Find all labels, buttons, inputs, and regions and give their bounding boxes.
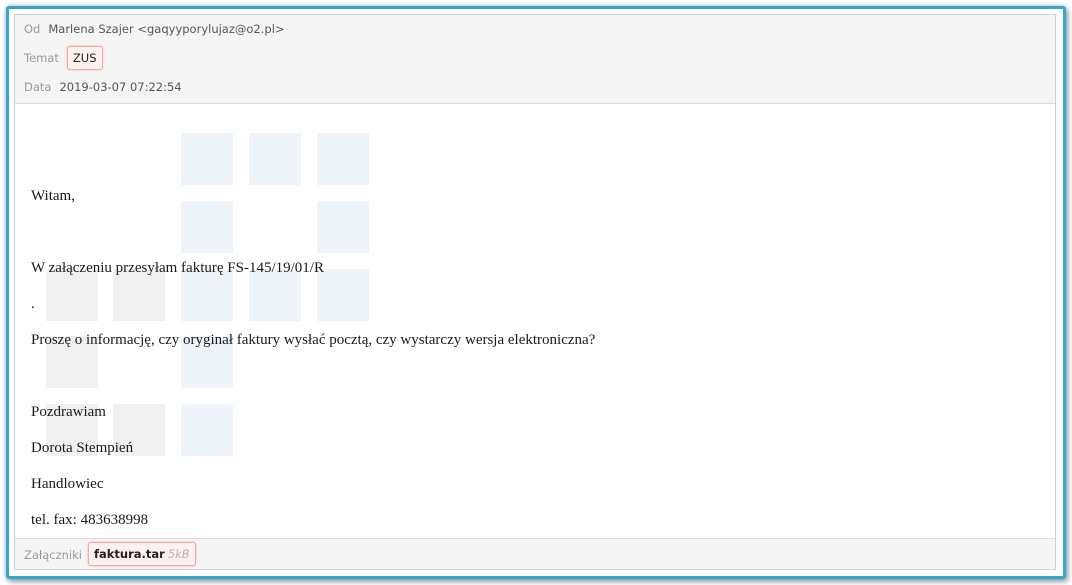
dot-line: .	[31, 296, 35, 312]
watermark-tile	[181, 201, 233, 253]
email-window: Od Marlena Szajer <gaqyyporylujaz@o2.pl>…	[6, 6, 1066, 579]
attachment-size: 5kB	[167, 547, 190, 561]
date-row: Data 2019-03-07 07:22:54	[24, 80, 182, 94]
signature-name-line: Dorota Stempień	[31, 440, 134, 456]
from-label: Od	[24, 22, 41, 36]
closing-line: Pozdrawiam	[31, 404, 106, 420]
watermark-tile	[181, 133, 233, 185]
signature-phone-line: tel. fax: 483638998	[31, 512, 149, 528]
invoice-line: W załączeniu przesyłam fakturę FS-145/19…	[31, 260, 324, 276]
watermark-tile	[317, 201, 369, 253]
from-value: Marlena Szajer <gaqyyporylujaz@o2.pl>	[48, 22, 285, 36]
email-panel: Od Marlena Szajer <gaqyyporylujaz@o2.pl>…	[14, 14, 1056, 570]
date-value: 2019-03-07 07:22:54	[59, 80, 182, 94]
watermark-tile	[317, 269, 369, 321]
subject-badge: ZUS	[66, 46, 103, 70]
watermark-tile	[317, 133, 369, 185]
attachments-bar: Załączniki faktura.tar 5kB	[15, 538, 1055, 569]
attachment-name: faktura.tar	[94, 547, 165, 561]
subject-label: Temat	[24, 51, 59, 65]
attachment-chip[interactable]: faktura.tar 5kB	[88, 542, 196, 566]
watermark-tile	[249, 133, 301, 185]
signature-role-line: Handlowiec	[31, 476, 104, 492]
attachments-label: Załączniki	[24, 548, 82, 562]
email-body: Witam, W załączeniu przesyłam fakturę FS…	[15, 104, 1055, 536]
greeting-line: Witam,	[31, 188, 75, 204]
date-label: Data	[24, 80, 52, 94]
subject-row: Temat ZUS	[24, 46, 103, 70]
question-line: Proszę o informację, czy oryginał faktur…	[31, 332, 596, 348]
from-row: Od Marlena Szajer <gaqyyporylujaz@o2.pl>	[24, 22, 285, 36]
watermark-tile	[181, 404, 233, 456]
email-header: Od Marlena Szajer <gaqyyporylujaz@o2.pl>…	[15, 15, 1055, 104]
